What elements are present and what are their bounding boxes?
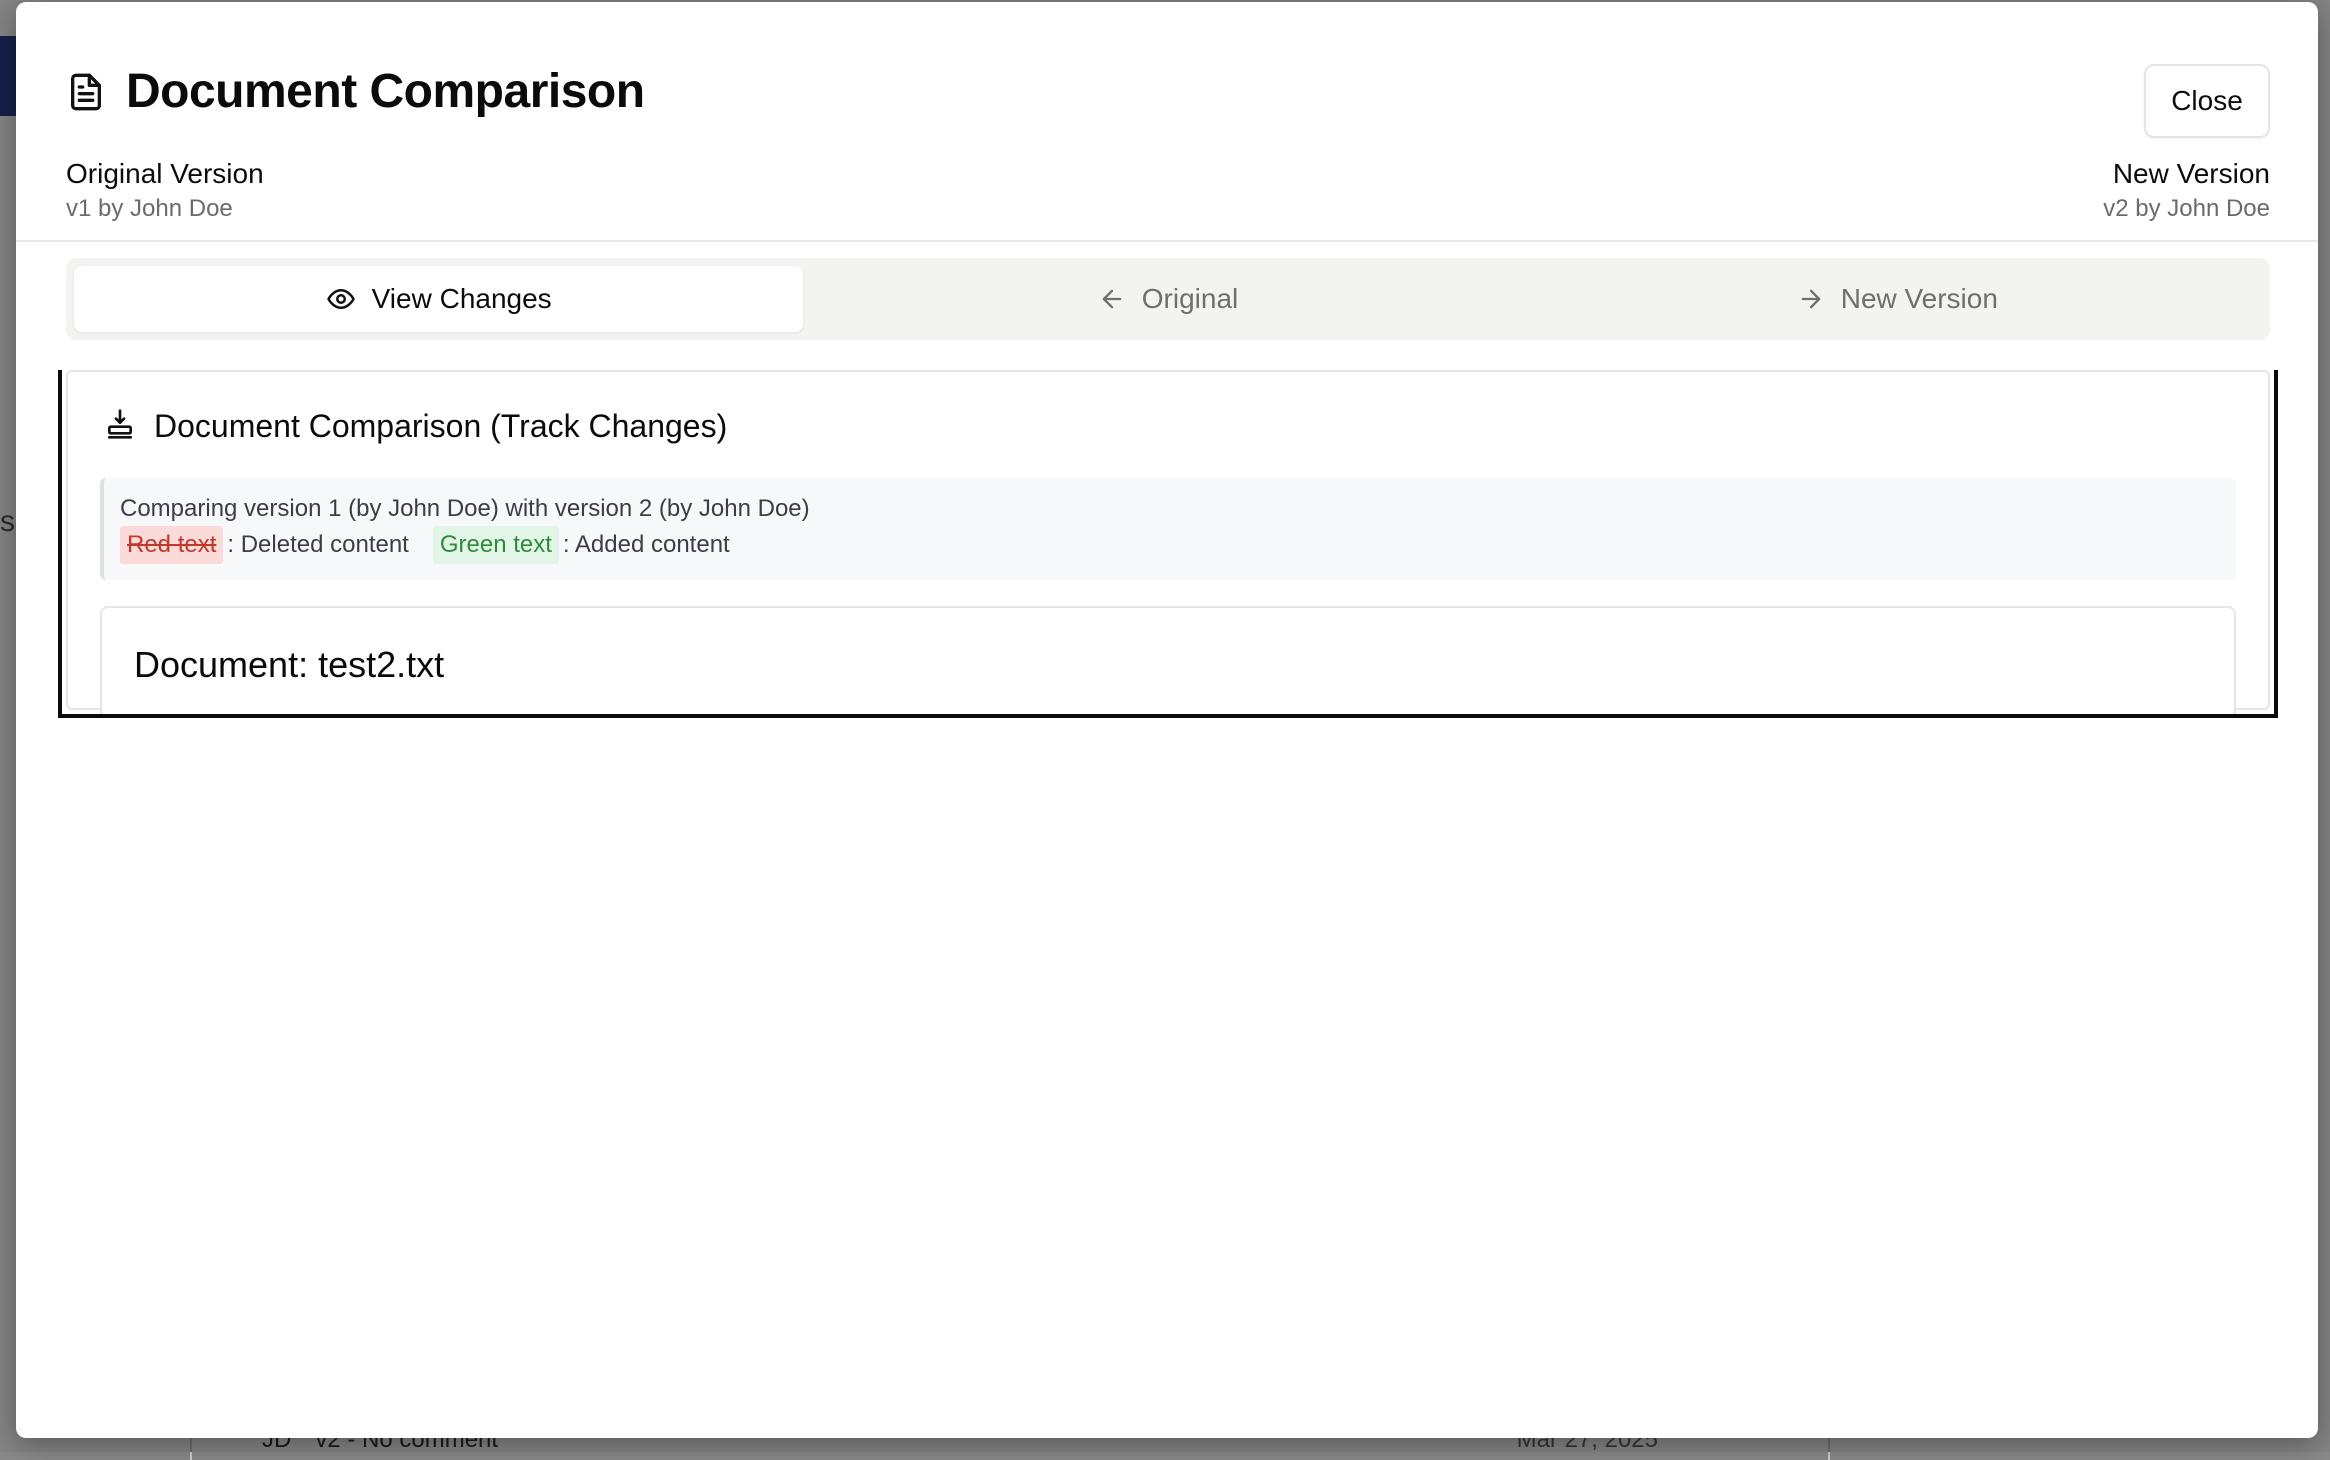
arrow-left-icon: [1098, 285, 1126, 313]
stamp-icon: [104, 408, 136, 445]
comparison-legend: Comparing version 1 (by John Doe) with v…: [100, 478, 2236, 580]
deleted-description: : Deleted content: [227, 531, 409, 558]
tab-new-version-label: New Version: [1840, 283, 1998, 314]
deleted-sample: Red text: [120, 526, 224, 564]
dialog-title-row: Document Comparison: [66, 64, 645, 119]
original-version-author: v1 by John Doe: [66, 195, 233, 222]
track-changes-heading: Document Comparison (Track Changes): [104, 408, 727, 445]
document-content-card: Document: test2.txt: [100, 606, 2236, 714]
track-changes-card: Document Comparison (Track Changes) Comp…: [66, 370, 2270, 714]
added-sample: Green text: [432, 526, 559, 564]
track-changes-panel[interactable]: Document Comparison (Track Changes) Comp…: [58, 370, 2278, 718]
comparison-summary: Comparing version 1 (by John Doe) with v…: [120, 495, 810, 522]
arrow-right-icon: [1797, 285, 1825, 313]
original-version-label: Original Version: [66, 158, 264, 189]
tab-view-changes[interactable]: View Changes: [74, 266, 804, 332]
tab-view-changes-label: View Changes: [371, 283, 552, 314]
added-description: : Added content: [562, 531, 730, 558]
original-version-info: Original Version v1 by John Doe: [66, 156, 264, 226]
close-button[interactable]: Close: [2144, 64, 2270, 138]
document-title: Document: test2.txt: [134, 644, 445, 685]
tab-original-label: Original: [1141, 283, 1239, 314]
dialog-title: Document Comparison: [126, 65, 645, 118]
comparison-tabs: View Changes Original New Version: [66, 258, 2270, 340]
document-comparison-dialog: Document Comparison Close Original Versi…: [16, 2, 2318, 1438]
tab-new-version[interactable]: New Version: [1533, 266, 2262, 332]
eye-icon: [326, 284, 356, 314]
legend-keys: Red text : Deleted content Green text : …: [120, 526, 2220, 564]
new-version-author: v2 by John Doe: [2103, 195, 2270, 222]
tab-original[interactable]: Original: [803, 266, 1532, 332]
track-changes-title: Document Comparison (Track Changes): [154, 408, 728, 444]
new-version-label: New Version: [2112, 158, 2270, 189]
file-text-icon: [66, 70, 106, 114]
new-version-info: New Version v2 by John Doe: [2103, 156, 2270, 226]
dialog-header: Document Comparison Close Original Versi…: [16, 2, 2318, 242]
